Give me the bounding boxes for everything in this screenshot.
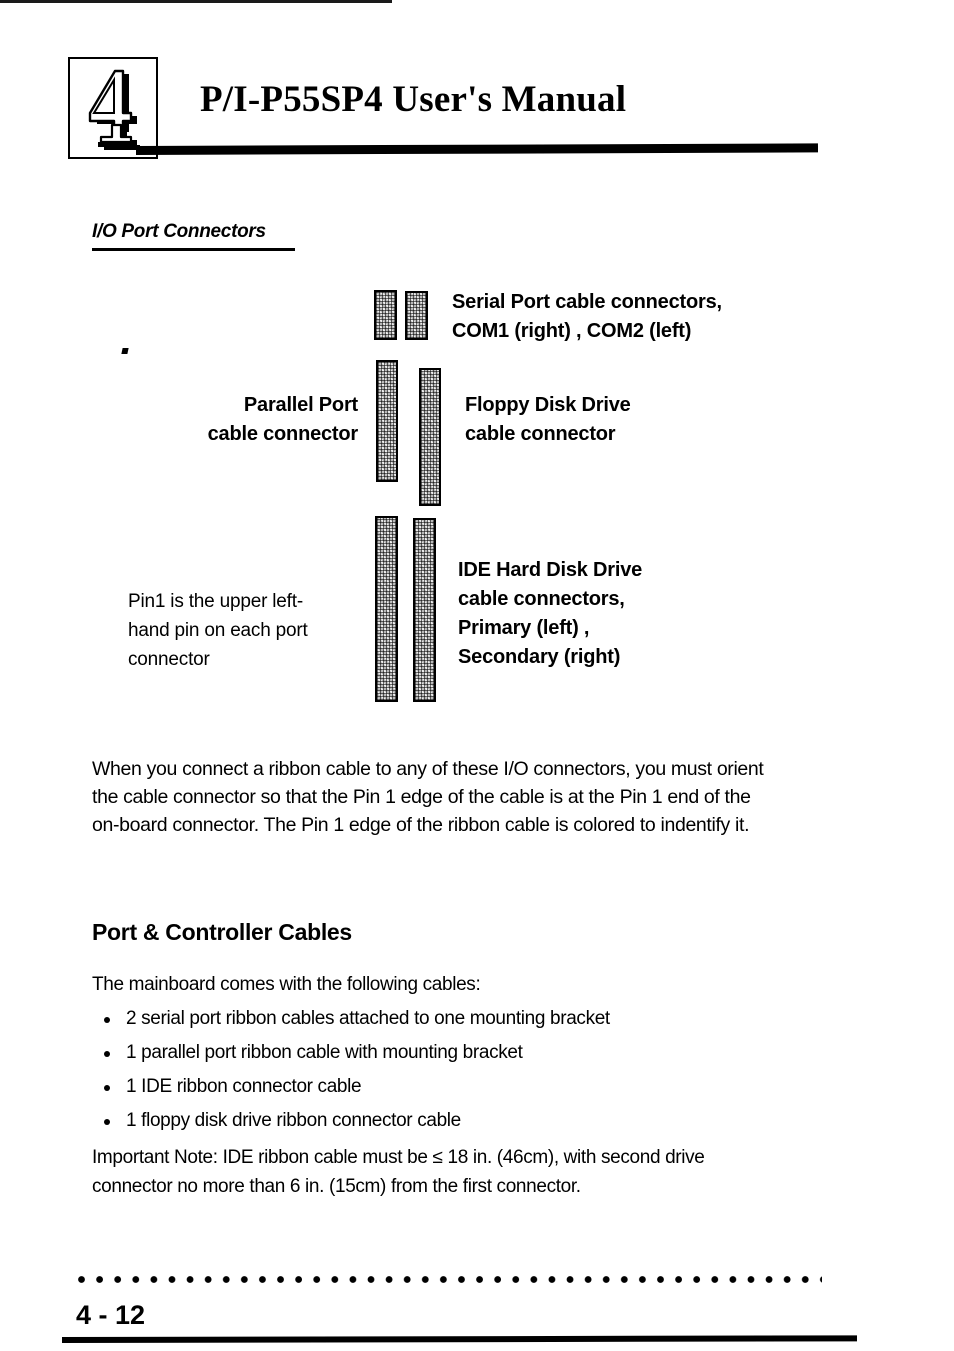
bullet-icon: [104, 1051, 110, 1057]
com2-serial-connector: [374, 290, 397, 340]
secondary-ide-connector: [413, 518, 436, 702]
ide-hard-disk-label: IDE Hard Disk Drive cable connectors, Pr…: [458, 556, 642, 672]
floppy-disk-label: Floppy Disk Drive cable connector: [465, 391, 631, 449]
bullet-icon: [104, 1017, 110, 1023]
pin1-note-line-1: Pin1 is the upper left-: [128, 591, 303, 612]
bullet-icon: [104, 1119, 110, 1125]
list-item: 2 serial port ribbon cables attached to …: [100, 1008, 800, 1042]
list-item: 1 floppy disk drive ribbon connector cab…: [100, 1110, 800, 1144]
floppy-disk-label-line-1: Floppy Disk Drive: [465, 394, 631, 416]
chapter-number-box: [68, 57, 158, 159]
ribbon-cable-paragraph: When you connect a ribbon cable to any o…: [92, 758, 764, 836]
parallel-port-label-line-1: Parallel Port: [243, 394, 358, 416]
port-controller-cables-heading: Port & Controller Cables: [92, 919, 352, 945]
footer-divider: [61, 1335, 858, 1343]
pin1-note: Pin1 is the upper left- hand pin on each…: [128, 588, 308, 675]
page-number: 4 - 12: [76, 1300, 146, 1330]
list-item-label: 1 floppy disk drive ribbon connector cab…: [126, 1110, 461, 1131]
floppy-disk-label-line-2: cable connector: [465, 423, 616, 445]
list-item: 1 parallel port ribbon cable with mounti…: [100, 1042, 800, 1076]
section-heading: I/O Port Connectors: [92, 221, 266, 242]
primary-ide-connector: [375, 516, 398, 702]
ide-label-line-1: IDE Hard Disk Drive: [458, 559, 643, 581]
section-heading-underline: [92, 248, 295, 251]
parallel-port-label: Parallel Port cable connector: [148, 391, 359, 449]
ide-label-line-4: Secondary (right): [458, 646, 621, 668]
ide-label-line-3: Primary (left) ,: [458, 617, 590, 639]
list-item-label: 2 serial port ribbon cables attached to …: [126, 1008, 610, 1029]
header-divider: [135, 143, 819, 155]
page-title: P/I-P55SP4 User's Manual: [200, 79, 627, 120]
list-item: 1 IDE ribbon connector cable: [100, 1076, 800, 1110]
scan-edge-artifact: [0, 0, 392, 3]
floppy-disk-connector: [419, 368, 441, 506]
bullet-icon: [104, 1085, 110, 1091]
com1-serial-connector: [405, 291, 428, 340]
list-item-label: 1 IDE ribbon connector cable: [126, 1076, 362, 1097]
manual-page: P/I-P55SP4 User's Manual I/O Port Connec…: [0, 0, 954, 1351]
parallel-port-connector: [376, 360, 398, 482]
serial-port-label-line-1: Serial Port cable connectors,: [452, 291, 722, 313]
list-item-label: 1 parallel port ribbon cable with mounti…: [126, 1042, 523, 1063]
pin1-note-line-2: hand pin on each port: [128, 619, 308, 641]
serial-port-label-line-2: COM1 (right) , COM2 (left): [452, 320, 692, 342]
footer-dot-divider: [78, 1275, 822, 1284]
ide-label-line-2: cable connectors,: [458, 588, 625, 610]
cables-lead-text: The mainboard comes with the following c…: [92, 974, 481, 995]
parallel-port-label-line-2: cable connector: [207, 423, 359, 445]
serial-port-label: Serial Port cable connectors, COM1 (righ…: [452, 288, 722, 346]
important-note: Important Note: IDE ribbon cable must be…: [92, 1147, 705, 1197]
scan-speck-artifact: [121, 348, 129, 354]
cables-list: 2 serial port ribbon cables attached to …: [100, 1008, 800, 1144]
pin1-note-line-3: connector: [128, 648, 210, 670]
chapter-number-glyph: [70, 59, 156, 157]
